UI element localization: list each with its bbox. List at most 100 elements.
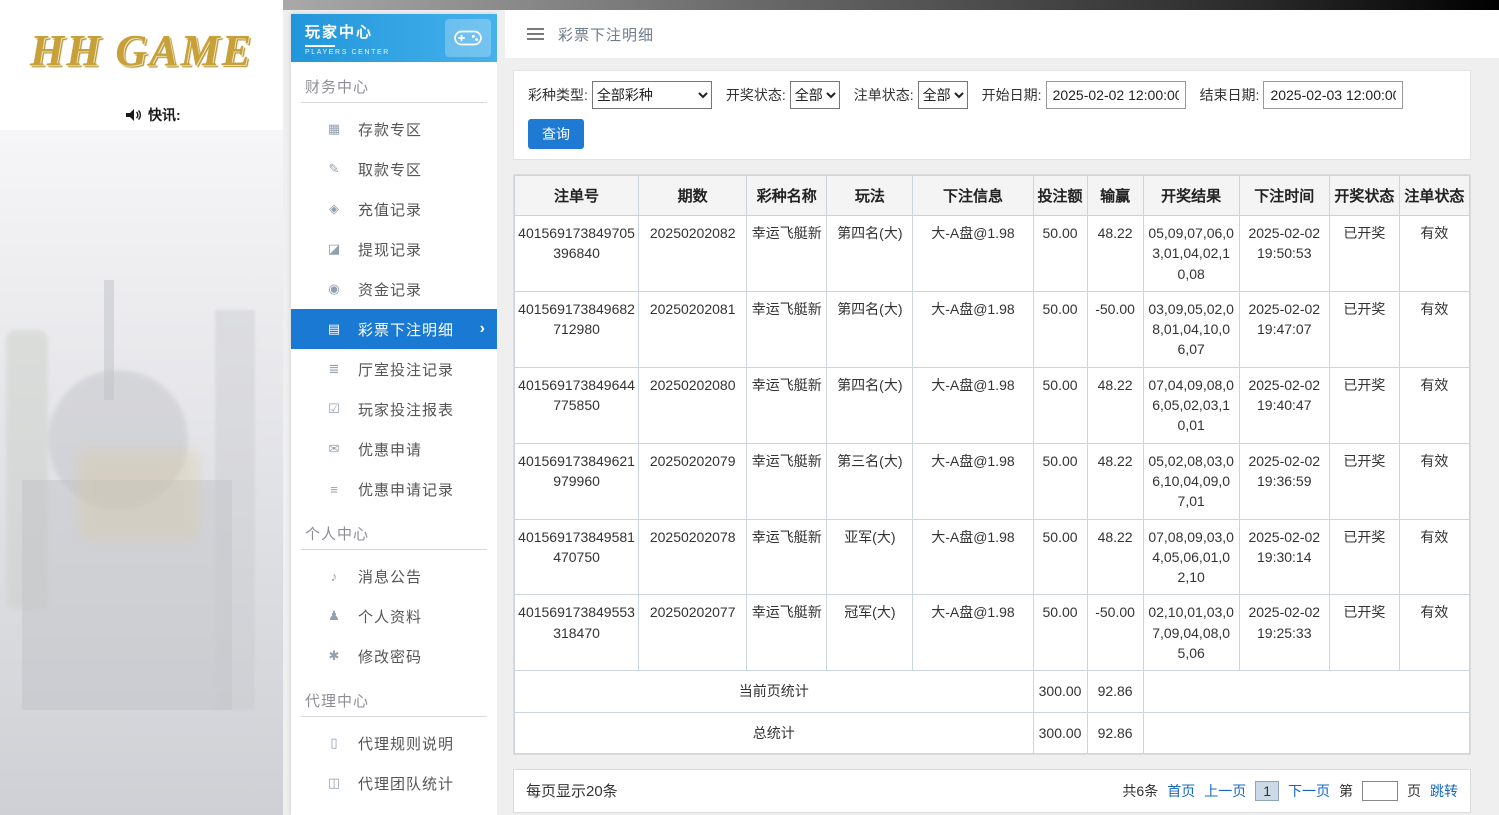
lottery-type-label: 彩种类型: <box>528 87 588 103</box>
first-page-link[interactable]: 首页 <box>1167 781 1195 801</box>
sidebar-item-withdraw[interactable]: ✎ 取款专区 <box>291 149 497 189</box>
sidebar-item-label: 代理规则说明 <box>358 735 455 753</box>
logo-area: HH GAME <box>0 0 283 100</box>
cell: 50.00 <box>1032 215 1088 292</box>
start-date-input[interactable] <box>1045 81 1186 109</box>
sidebar-item-label: 玩家投注报表 <box>358 401 455 419</box>
next-page-link[interactable]: 下一页 <box>1288 781 1330 801</box>
order-status-label: 注单状态: <box>853 87 914 103</box>
cell: 冠军(大) <box>826 594 914 672</box>
sidebar-item-player-bet-report[interactable]: ☑ 玩家投注报表 <box>291 389 497 429</box>
sidebar-item-label: 消息公告 <box>358 568 423 586</box>
section-agent-center: 代理中心 <box>301 686 487 717</box>
cell: 2025-02-02 19:25:33 <box>1238 594 1330 672</box>
cell: 50.00 <box>1032 594 1088 672</box>
sidebar-item-label: 修改密码 <box>358 648 423 666</box>
lottery-type-select[interactable]: 全部彩种 <box>591 81 712 109</box>
sidebar-item-label: 资金记录 <box>358 281 423 299</box>
sidebar-item-deposit[interactable]: ▦ 存款专区 <box>291 109 497 149</box>
filter-row: 彩种类型: 全部彩种 开奖状态: 全部 注单状态: 全部 开始日期: 结束日期: <box>526 81 1458 109</box>
cell: 50.00 <box>1032 290 1088 368</box>
promo-records-icon: ≡ <box>330 481 338 497</box>
cell: 2025-02-02 19:50:53 <box>1238 215 1330 292</box>
table-row: 401569173849553318470 20250202077 幸运飞艇新 … <box>513 594 1471 672</box>
cell: 有效 <box>1398 215 1471 292</box>
cell: 50.00 <box>1032 518 1088 596</box>
hall-bets-icon: ≣ <box>328 361 340 376</box>
cell: 48.22 <box>1086 518 1144 596</box>
sidebar-item-fund-records[interactable]: ◉ 资金记录 <box>291 269 497 309</box>
sidebar-item-label: 取款专区 <box>358 161 423 179</box>
column-header-play-type: 玩法 <box>826 175 914 216</box>
draw-status-select[interactable]: 全部 <box>789 81 840 109</box>
end-date-label: 结束日期: <box>1199 87 1260 103</box>
logo: HH GAME <box>29 25 254 75</box>
cell: 有效 <box>1398 518 1471 596</box>
ticker-label: 快讯: <box>148 107 181 123</box>
sidebar-item-hall-bet-records[interactable]: ≣ 厅室投注记录 <box>291 349 497 389</box>
sidebar-item-lottery-bet-details[interactable]: ▤ 彩票下注明细 › <box>291 309 497 349</box>
menu-icon[interactable] <box>527 28 544 40</box>
page-suffix-text: 页 <box>1407 782 1421 799</box>
cell: 401569173849553318470 <box>513 594 640 672</box>
order-status-select[interactable]: 全部 <box>917 81 968 109</box>
cell: 401569173849705396840 <box>513 215 640 292</box>
bets-table: 注单号 期数 彩种名称 玩法 下注信息 投注额 输赢 开奖结果 下注时间 开奖状… <box>513 175 1471 754</box>
cell: 50.00 <box>1032 442 1088 520</box>
sidebar-item-change-password[interactable]: ✱ 修改密码 <box>291 636 497 676</box>
cell: 20250202080 <box>638 366 748 444</box>
cell: 20250202082 <box>638 215 748 292</box>
sidebar-item-promo-records[interactable]: ≡ 优惠申请记录 <box>291 469 497 509</box>
cell: 2025-02-02 19:36:59 <box>1238 442 1330 520</box>
column-header-order-status: 注单状态 <box>1398 175 1471 216</box>
user-icon: ♟ <box>328 608 340 623</box>
cell: 大-A盘@1.98 <box>912 290 1034 368</box>
sidebar-item-label: 代理团队统计 <box>358 775 455 793</box>
cell: 已开奖 <box>1328 594 1400 672</box>
table-row: 401569173849682712980 20250202081 幸运飞艇新 … <box>513 290 1471 368</box>
sidebar-item-withdrawal-records[interactable]: ◪ 提现记录 <box>291 229 497 269</box>
sidebar-item-announcements[interactable]: ♪ 消息公告 <box>291 556 497 596</box>
pagination-bar: 每页显示20条 共6条 首页 上一页 1 下一页 第 页 跳转 <box>513 768 1471 813</box>
summary-bet-total: 300.00 <box>1032 670 1088 713</box>
page-jump-input[interactable] <box>1362 780 1398 801</box>
sidebar-item-profile[interactable]: ♟ 个人资料 <box>291 596 497 636</box>
bell-icon: ♪ <box>330 568 338 584</box>
cell: 20250202079 <box>638 442 748 520</box>
page-size-text: 每页显示20条 <box>526 783 618 801</box>
cell: 已开奖 <box>1328 518 1400 596</box>
cell: 幸运飞艇新 <box>746 366 828 444</box>
total-count-text: 共6条 <box>1122 782 1159 799</box>
jump-link[interactable]: 跳转 <box>1430 781 1458 801</box>
summary-empty <box>1142 711 1471 754</box>
query-button[interactable]: 查询 <box>528 119 584 149</box>
cell: 幸运飞艇新 <box>746 290 828 368</box>
sidebar-item-agent-rules[interactable]: ▯ 代理规则说明 <box>291 723 497 763</box>
cell: 401569173849644775850 <box>513 366 640 444</box>
column-header-draw-result: 开奖结果 <box>1142 175 1240 216</box>
sidebar-header: 玩家中心 PLAYERS CENTER <box>291 14 497 62</box>
cell: 20250202081 <box>638 290 748 368</box>
table-row: 401569173849644775850 20250202080 幸运飞艇新 … <box>513 366 1471 444</box>
current-page-button[interactable]: 1 <box>1255 780 1279 801</box>
cell: 05,09,07,06,03,01,04,02,10,08 <box>1142 215 1240 292</box>
sidebar-item-promo-apply[interactable]: ✉ 优惠申请 <box>291 429 497 469</box>
cell: -50.00 <box>1086 290 1144 368</box>
sidebar-item-recharge-records[interactable]: ◈ 充值记录 <box>291 189 497 229</box>
cell: 05,02,08,03,06,10,04,09,07,01 <box>1142 442 1240 520</box>
document-icon: ▯ <box>330 735 338 750</box>
cell: 已开奖 <box>1328 215 1400 292</box>
cell: 2025-02-02 19:30:14 <box>1238 518 1330 596</box>
prev-page-link[interactable]: 上一页 <box>1204 781 1246 801</box>
cell: 20250202078 <box>638 518 748 596</box>
cell: 48.22 <box>1086 366 1144 444</box>
summary-bet-total: 300.00 <box>1032 711 1088 754</box>
summary-row-current-page: 当前页统计 300.00 92.86 <box>514 670 1471 713</box>
end-date-input[interactable] <box>1263 81 1404 109</box>
page-prefix-text: 第 <box>1339 782 1353 799</box>
section-personal-center: 个人中心 <box>301 519 487 550</box>
sidebar-item-agent-team-stats[interactable]: ◫ 代理团队统计 <box>291 763 497 803</box>
speaker-icon <box>126 109 141 121</box>
cell: 第四名(大) <box>826 366 914 444</box>
sidebar: 玩家中心 PLAYERS CENTER 财务中心 ▦ 存款专区 ✎ 取款专区 ◈… <box>291 14 497 815</box>
